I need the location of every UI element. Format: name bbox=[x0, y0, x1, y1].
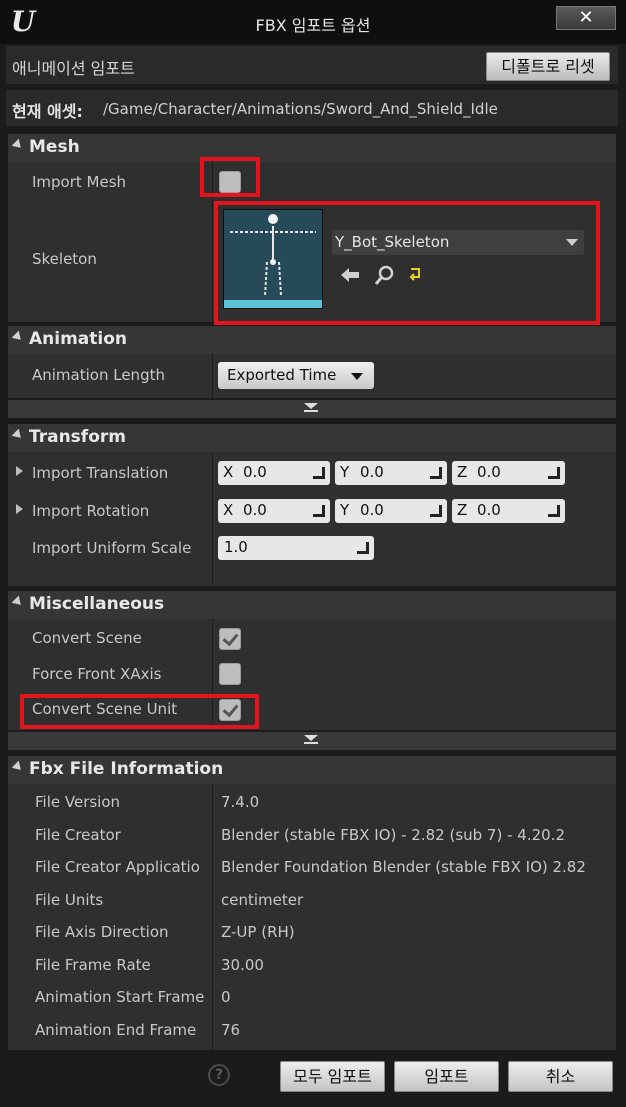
info-label: Animation Start Frame bbox=[35, 988, 205, 1006]
reset-to-default-button[interactable]: 디폴트로 리셋 bbox=[486, 52, 610, 81]
rotation-z-field[interactable]: Z 0.0 bbox=[452, 499, 565, 523]
info-value: 76 bbox=[221, 1021, 241, 1039]
info-value: Z-UP (RH) bbox=[221, 923, 295, 941]
expand-row-arrow-icon[interactable] bbox=[16, 504, 23, 514]
info-value: 7.4.0 bbox=[221, 793, 260, 811]
highlight-box bbox=[20, 694, 259, 729]
info-value: Blender Foundation Blender (stable FBX I… bbox=[221, 858, 586, 876]
uniform-scale-field[interactable]: 1.0 bbox=[218, 536, 374, 560]
expand-arrow-icon bbox=[304, 735, 318, 741]
window-title: FBX 임포트 옵션 bbox=[255, 16, 371, 35]
force-front-xaxis-checkbox[interactable] bbox=[219, 663, 241, 685]
spin-handle-icon bbox=[357, 542, 369, 554]
skeleton-label: Skeleton bbox=[32, 250, 97, 268]
section-animation-header[interactable]: Animation bbox=[8, 326, 616, 354]
convert-scene-label: Convert Scene bbox=[32, 629, 142, 647]
info-label: File Frame Rate bbox=[35, 956, 151, 974]
advanced-expander[interactable] bbox=[8, 400, 616, 418]
animation-length-dropdown[interactable]: Exported Time bbox=[218, 362, 374, 389]
collapse-triangle-icon bbox=[11, 330, 25, 344]
spin-handle-icon bbox=[313, 505, 325, 517]
info-label: File Creator bbox=[35, 826, 121, 844]
collapse-triangle-icon bbox=[11, 595, 25, 609]
current-asset-label: 현재 애셋: bbox=[12, 102, 83, 121]
spin-handle-icon bbox=[430, 505, 442, 517]
collapse-triangle-icon bbox=[11, 428, 25, 442]
cancel-button[interactable]: 취소 bbox=[508, 1061, 613, 1092]
section-miscellaneous-header[interactable]: Miscellaneous bbox=[8, 591, 616, 619]
spin-handle-icon bbox=[548, 505, 560, 517]
section-transform-header[interactable]: Transform bbox=[8, 424, 616, 452]
close-button[interactable]: ✕ bbox=[556, 6, 616, 30]
spin-handle-icon bbox=[430, 467, 442, 479]
fbx-info-panel bbox=[8, 784, 616, 1050]
column-divider bbox=[212, 354, 213, 398]
info-label: File Creator Applicatio bbox=[35, 858, 200, 876]
column-divider bbox=[212, 784, 213, 1050]
import-all-button[interactable]: 모두 임포트 bbox=[280, 1061, 385, 1092]
collapse-triangle-icon bbox=[11, 138, 25, 152]
collapse-triangle-icon bbox=[11, 760, 25, 774]
section-fbx-info-header[interactable]: Fbx File Information bbox=[8, 756, 616, 784]
translation-y-field[interactable]: Y 0.0 bbox=[335, 461, 447, 485]
import-rotation-label: Import Rotation bbox=[32, 502, 150, 520]
import-mesh-label: Import Mesh bbox=[32, 173, 127, 191]
translation-z-field[interactable]: Z 0.0 bbox=[452, 461, 565, 485]
advanced-expander[interactable] bbox=[8, 732, 616, 750]
info-value: centimeter bbox=[221, 891, 304, 909]
info-label: File Axis Direction bbox=[35, 923, 169, 941]
spin-handle-icon bbox=[313, 467, 325, 479]
rotation-x-field[interactable]: X 0.0 bbox=[218, 499, 330, 523]
expand-arrow-icon bbox=[304, 403, 318, 409]
info-value: Blender (stable FBX IO) - 2.82 (sub 7) -… bbox=[221, 826, 565, 844]
info-label: Animation End Frame bbox=[35, 1021, 197, 1039]
info-label: File Version bbox=[35, 793, 121, 811]
info-label: File Units bbox=[35, 891, 104, 909]
chevron-down-icon bbox=[351, 373, 363, 380]
current-asset-path: /Game/Character/Animations/Sword_And_Shi… bbox=[103, 100, 498, 118]
expand-row-arrow-icon[interactable] bbox=[16, 466, 23, 476]
force-front-xaxis-label: Force Front XAxis bbox=[32, 665, 162, 683]
import-uniform-scale-label: Import Uniform Scale bbox=[32, 539, 192, 557]
translation-x-field[interactable]: X 0.0 bbox=[218, 461, 330, 485]
import-translation-label: Import Translation bbox=[32, 464, 169, 482]
highlight-box bbox=[214, 201, 600, 325]
rotation-y-field[interactable]: Y 0.0 bbox=[335, 499, 447, 523]
import-button[interactable]: 임포트 bbox=[394, 1061, 499, 1092]
import-type-label: 애니메이션 임포트 bbox=[12, 59, 135, 78]
section-mesh-header[interactable]: Mesh bbox=[8, 134, 616, 162]
animation-length-label: Animation Length bbox=[32, 366, 165, 384]
highlight-box bbox=[200, 157, 260, 197]
column-divider bbox=[212, 452, 213, 586]
spin-handle-icon bbox=[548, 467, 560, 479]
help-icon[interactable]: ? bbox=[208, 1064, 230, 1086]
convert-scene-checkbox[interactable] bbox=[219, 628, 241, 650]
info-value: 0 bbox=[221, 988, 231, 1006]
info-value: 30.00 bbox=[221, 956, 264, 974]
